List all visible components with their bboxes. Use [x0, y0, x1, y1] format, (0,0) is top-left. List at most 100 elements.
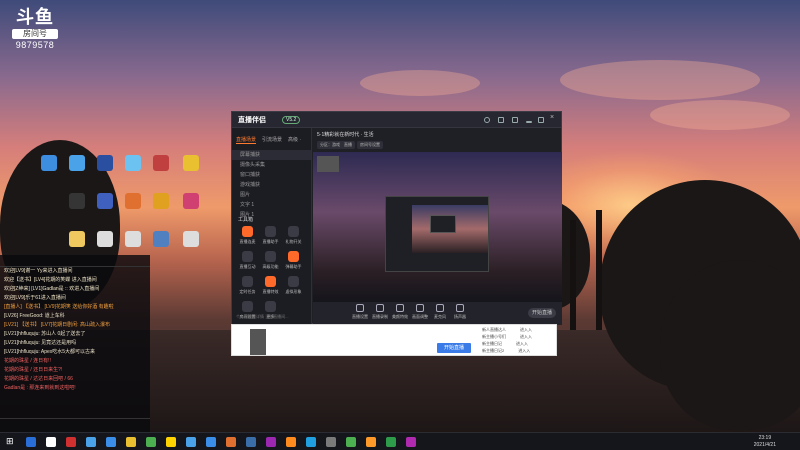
taskbar-app-icon[interactable] — [266, 437, 276, 447]
tool-item[interactable]: 直播互动 — [236, 251, 259, 270]
taskbar-app-icon[interactable] — [126, 437, 136, 447]
user-row[interactable]: 新人直播达人 进入入 — [482, 327, 532, 333]
chat-line: 欢迎[Z绅来] [LV1]Gadlan是 :: 欢进入直播间 — [4, 286, 100, 292]
taskbar-app-icon[interactable] — [26, 437, 36, 447]
taskbar-app-icon[interactable] — [186, 437, 196, 447]
taskbar-app-icon[interactable] — [326, 437, 336, 447]
desktop-icon[interactable] — [90, 193, 120, 211]
scene-tab[interactable]: 直播场景 — [236, 136, 257, 144]
room-setting-pill[interactable]: 房间号设置 — [357, 141, 383, 149]
control-button[interactable]: 美颜特效 — [391, 304, 409, 320]
user-action[interactable]: 进入入 — [518, 348, 530, 353]
user-action[interactable]: 进入入 — [520, 334, 532, 339]
desktop-icon[interactable] — [146, 231, 176, 249]
tool-item[interactable]: 高级功能 — [259, 251, 282, 270]
app-icon — [125, 231, 141, 247]
chat-line: 欢迎[LV9]乐于61进入直播间 — [4, 295, 66, 301]
windows-start-icon[interactable]: ⊞ — [6, 436, 16, 446]
tool-icon — [242, 251, 253, 262]
taskbar-app-icon[interactable] — [66, 437, 76, 447]
desktop-icon[interactable] — [176, 155, 206, 173]
start-stream-button[interactable]: 开始直播 — [528, 308, 556, 318]
user-action[interactable]: 进入入 — [516, 341, 528, 346]
control-button[interactable]: 直播设置 — [351, 304, 369, 320]
tool-item[interactable]: 弹幕助手 — [282, 251, 305, 270]
maximize-icon[interactable] — [538, 117, 544, 123]
tool-item[interactable]: 定时任务 — [236, 276, 259, 295]
user-row[interactable]: 新主播日记 进入入 — [482, 341, 528, 347]
tool-item[interactable]: 礼物开关 — [282, 226, 305, 245]
taskbar-app-icon[interactable] — [246, 437, 256, 447]
tool-label: 弹幕助手 — [285, 264, 302, 269]
source-item[interactable]: 游戏捕获 — [232, 180, 311, 190]
start-live-button[interactable]: 开始直播 — [437, 343, 471, 353]
tool-item[interactable]: 直播连麦 — [236, 226, 259, 245]
app-sidebar: 直播场景 引流场景 高级 · 屏幕捕获 摄像头采集 窗口捕获 游戏捕获 图片 文字 1 图片 1… — [232, 128, 312, 325]
source-item[interactable]: 文字 1 — [232, 200, 311, 210]
desktop-icon[interactable] — [90, 155, 120, 173]
desktop-icon[interactable] — [118, 193, 148, 211]
desktop-icon[interactable] — [62, 193, 92, 211]
taskbar-app-icon[interactable] — [226, 437, 236, 447]
clock[interactable]: 23:19 2021/4/21 — [754, 435, 776, 449]
control-button[interactable]: 画面调整 — [411, 304, 429, 320]
taskbar-app-icon[interactable] — [286, 437, 296, 447]
desktop-icon[interactable] — [90, 231, 120, 249]
tool-item[interactable]: 虚拟形象 — [282, 276, 305, 295]
app-titlebar: 直播伴侣 V5.2 × — [232, 112, 561, 128]
taskbar-app-icon[interactable] — [366, 437, 376, 447]
desktop-icon[interactable] — [62, 155, 92, 173]
minimize-icon[interactable] — [526, 121, 532, 123]
desktop-icon[interactable] — [118, 155, 148, 173]
douyu-logo: 斗鱼 — [16, 7, 54, 27]
control-label: 美颜特效 — [392, 314, 408, 319]
scene-tab[interactable]: 高级 · — [288, 136, 301, 143]
tool-item[interactable]: 直播特效 — [259, 276, 282, 295]
stream-preview — [313, 152, 562, 302]
chat-line: Gadlan是 : 那连来到就到这啦吧! — [4, 385, 76, 391]
desktop-icon[interactable] — [34, 155, 64, 173]
taskbar-app-icon[interactable] — [146, 437, 156, 447]
taskbar-app-icon[interactable] — [306, 437, 316, 447]
streaming-app-window: 直播伴侣 V5.2 × 直播场景 引流场景 高级 · 屏幕捕获 摄像头采集 窗口捕获 游戏… — [231, 111, 562, 325]
tool-item[interactable]: 直播助手 — [259, 226, 282, 245]
taskbar-app-icon[interactable] — [406, 437, 416, 447]
taskbar-app-icon[interactable] — [166, 437, 176, 447]
taskbar-app-icon[interactable] — [386, 437, 396, 447]
source-item[interactable]: 图片 — [232, 190, 311, 200]
desktop-icon[interactable] — [146, 193, 176, 211]
room-number: 9879578 — [15, 40, 55, 50]
source-item[interactable]: 屏幕捕获 — [232, 150, 311, 160]
user-action[interactable]: 进入入 — [520, 327, 532, 332]
chat-line: 欢迎[LV9]谢一 Yy来进入直播间 — [4, 268, 73, 274]
desktop-icon[interactable] — [176, 231, 206, 249]
scene-tab[interactable]: 引流场景 — [262, 136, 282, 143]
source-item[interactable]: 摄像头采集 — [232, 160, 311, 170]
lower-panel: 开始直播 新人直播达人 进入入 新主播小号们 进入入 新主播日记 进入入 新主播日记2 进入入 — [231, 324, 557, 356]
taskbar-app-icon[interactable] — [46, 437, 56, 447]
user-row[interactable]: 新主播日记2 进入入 — [482, 348, 530, 354]
taskbar-app-icon[interactable] — [106, 437, 116, 447]
source-item[interactable]: 窗口捕获 — [232, 170, 311, 180]
control-button[interactable]: 麦克风 — [431, 304, 449, 320]
desktop-icon[interactable] — [146, 155, 176, 173]
app-icon — [183, 155, 199, 171]
desktop-icon[interactable] — [118, 231, 148, 249]
category-pill[interactable]: 分区：游戏 — [317, 141, 343, 149]
mail-icon[interactable] — [512, 117, 518, 123]
chat-footer — [0, 418, 150, 432]
control-label: 直播录制 — [372, 314, 388, 319]
user-row[interactable]: 新主播小号们 进入入 — [482, 334, 532, 340]
control-button[interactable]: 扬声器 — [451, 304, 469, 320]
type-pill[interactable]: 直播 — [341, 141, 355, 149]
tool-label: 直播助手 — [262, 239, 279, 244]
taskbar-app-icon[interactable] — [206, 437, 216, 447]
taskbar-app-icon[interactable] — [346, 437, 356, 447]
settings-icon[interactable] — [484, 117, 490, 123]
skin-icon[interactable] — [498, 117, 504, 123]
close-icon[interactable]: × — [550, 114, 556, 121]
desktop-icon[interactable] — [176, 193, 206, 211]
desktop-icon[interactable] — [62, 231, 92, 249]
taskbar-app-icon[interactable] — [86, 437, 96, 447]
control-button[interactable]: 直播录制 — [371, 304, 389, 320]
